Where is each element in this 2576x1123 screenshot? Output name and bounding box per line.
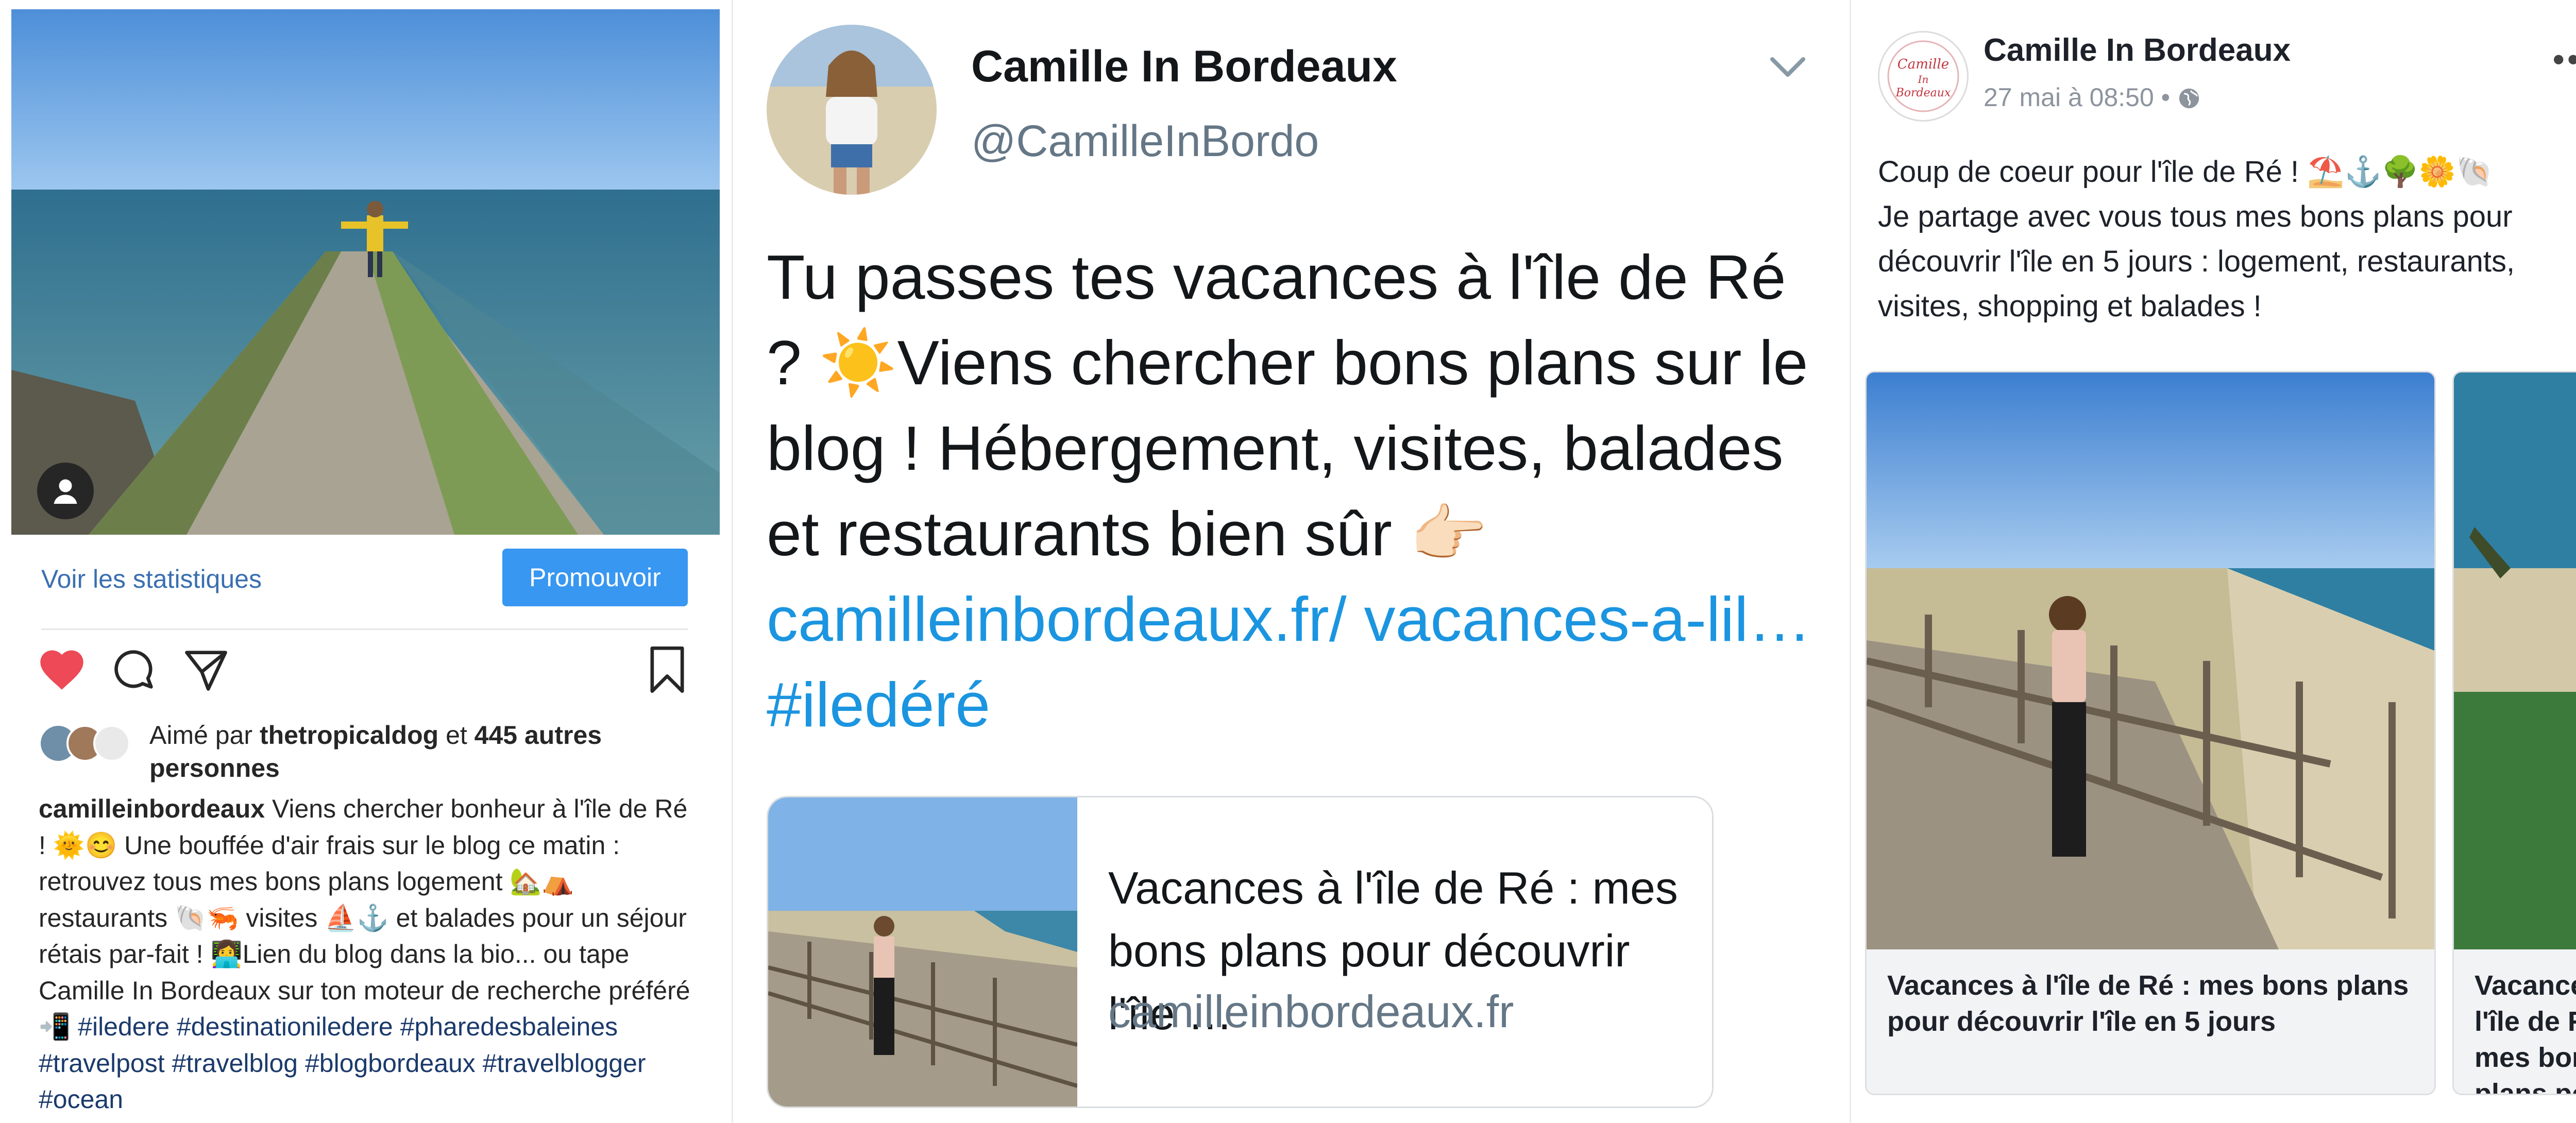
ig-caption: camilleinbordeaux Viens chercher bonheur…: [39, 791, 701, 1118]
tweet-body: Tu passes tes vacances à l'île de Ré ? ☀…: [767, 242, 1808, 569]
liker-avatars[interactable]: [39, 723, 142, 764]
promote-button[interactable]: Promouvoir: [502, 549, 688, 606]
instagram-post: Voir les statistiques Promouvoir Aimé pa…: [0, 0, 732, 1123]
fb-page-name[interactable]: Camille In Bordeaux: [1984, 32, 2291, 69]
fb-card-title[interactable]: Vacances à l'île de Ré : mes bons plans …: [1887, 967, 2423, 1040]
globe-icon: [2179, 88, 2199, 109]
chevron-down-icon[interactable]: [1767, 52, 1808, 82]
ig-likes-summary: Aimé par thetropicaldog et 445 autres pe…: [39, 719, 708, 786]
caption-text: Viens chercher bonheur à l'île de Ré ! 🌞…: [39, 794, 690, 1041]
tweet-link[interactable]: camilleinbordeaux.fr/ vacances-a-lil… #i…: [767, 584, 1811, 740]
ig-post-photo[interactable]: [11, 9, 720, 535]
bookmark-icon[interactable]: [641, 644, 698, 701]
tw-card-image: [768, 797, 1077, 1107]
panel-divider: [1850, 0, 1851, 1123]
fb-carousel-card-2[interactable]: Vacances à l'île de Ré : mes bons plans …: [2452, 371, 2576, 1095]
tweet-text: Tu passes tes vacances à l'île de Ré ? ☀…: [767, 234, 1812, 747]
svg-text:In: In: [1918, 73, 1929, 86]
tw-display-name[interactable]: Camille In Bordeaux: [971, 41, 1397, 92]
tw-handle[interactable]: @CamilleInBordo: [971, 116, 1319, 167]
fb-post-meta: 27 mai à 08:50 •: [1984, 82, 2201, 112]
liked-user[interactable]: thetropicaldog: [260, 721, 438, 750]
liked-middle: et: [438, 721, 474, 750]
fb-page-avatar[interactable]: Camille In Bordeaux: [1878, 31, 1969, 122]
camille-logo-icon: Camille In Bordeaux: [1881, 34, 1965, 118]
more-options-icon[interactable]: •••: [2553, 40, 2576, 78]
fb-card-image: [1867, 372, 2434, 949]
panel-divider: [732, 0, 733, 1123]
svg-text:Bordeaux: Bordeaux: [1895, 87, 1951, 99]
twitter-tweet: Camille In Bordeaux @CamilleInBordo Tu p…: [732, 0, 1850, 1123]
likes-text[interactable]: Aimé par thetropicaldog et 445 autres pe…: [149, 719, 696, 785]
tw-link-card[interactable]: Vacances à l'île de Ré : mes bons plans …: [767, 796, 1714, 1108]
caption-hashtags[interactable]: #iledere #destinationiledere #pharedesba…: [39, 1012, 646, 1114]
fb-post-body: Coup de coeur pour l'île de Ré ! ⛱️⚓🌳🌼🐚 …: [1878, 155, 2515, 323]
fb-carousel-card-1[interactable]: Vacances à l'île de Ré : mes bons plans …: [1865, 371, 2436, 1095]
ig-action-bar: [36, 644, 698, 706]
view-insights-link[interactable]: Voir les statistiques: [41, 564, 262, 594]
ig-beach-jetty-image: [11, 9, 720, 535]
liked-prefix: Aimé par: [149, 721, 260, 750]
fb-card-title[interactable]: Vacances à l'île de Ré : mes bons plans …: [2475, 967, 2576, 1094]
ig-insights-row: Voir les statistiques Promouvoir: [41, 549, 688, 613]
comment-icon[interactable]: [108, 644, 165, 701]
share-icon[interactable]: [180, 644, 237, 701]
fb-timestamp[interactable]: 27 mai à 08:50 •: [1984, 83, 2177, 112]
fb-post-text: Coup de coeur pour l'île de Ré ! ⛱️⚓🌳🌼🐚 …: [1878, 149, 2576, 329]
tw-avatar[interactable]: [767, 25, 937, 195]
heart-icon[interactable]: [36, 644, 93, 701]
facebook-post: Camille In Bordeaux Camille In Bordeaux …: [1850, 0, 2576, 1123]
fb-card-image: [2454, 372, 2576, 949]
divider: [41, 628, 688, 630]
caption-username[interactable]: camilleinbordeaux: [39, 794, 265, 823]
tw-card-domain[interactable]: camilleinbordeaux.fr: [1108, 985, 1514, 1038]
svg-text:Camille: Camille: [1897, 57, 1949, 72]
tagged-user-icon[interactable]: [37, 463, 94, 519]
